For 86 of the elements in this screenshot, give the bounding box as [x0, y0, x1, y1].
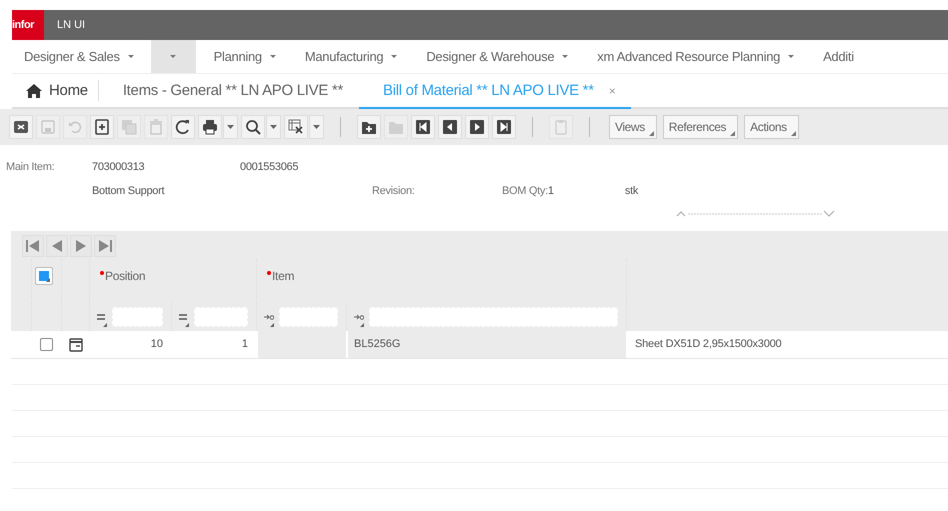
new-document-icon [94, 119, 110, 135]
required-marker-icon [267, 271, 271, 275]
refresh-icon [175, 119, 191, 135]
select-all-checkbox[interactable] [35, 267, 53, 285]
copy-icon [121, 119, 137, 135]
toolbar-button[interactable] [438, 115, 462, 139]
toolbar-button[interactable] [357, 115, 381, 139]
field-label: Main Item: [6, 161, 56, 173]
caret-icon [227, 125, 234, 129]
caret-icon [268, 54, 277, 59]
corner-icon [648, 131, 654, 136]
caret-icon [561, 54, 570, 59]
first-page-icon [25, 238, 41, 254]
arrow-icon [354, 314, 364, 320]
field-value: 703000313 [92, 161, 146, 173]
field-value: stk [624, 185, 638, 197]
column-header[interactable]: Item [267, 269, 294, 283]
field-value: 0001553065 [240, 161, 298, 173]
app-title: LN UI [57, 19, 86, 31]
dropdown-button[interactable] [223, 115, 238, 139]
toolbar-button[interactable] [171, 115, 195, 139]
page-button[interactable] [70, 235, 92, 257]
equals-icon [97, 314, 105, 320]
save-icon [40, 119, 56, 135]
toolbar-button[interactable] [465, 115, 489, 139]
clipboard-icon [553, 119, 569, 135]
table-cell: 10 [89, 331, 171, 358]
undo-icon [67, 119, 83, 135]
menu-button[interactable]: Actions [744, 115, 799, 139]
field-value: 1 [548, 185, 555, 197]
toolbar-button[interactable] [198, 115, 222, 139]
corner-icon [360, 323, 364, 327]
corner-icon [790, 131, 796, 136]
dropdown-button[interactable] [309, 115, 324, 139]
tab[interactable]: Items - General ** LN APO LIVE ** [98, 74, 360, 107]
trash-icon [148, 119, 164, 135]
logo: infor [12, 10, 44, 40]
row-checkbox[interactable] [40, 338, 53, 351]
table-cell: Sheet DX51D 2,95x1500x3000 [626, 331, 938, 358]
folder-icon [388, 119, 404, 135]
column-header[interactable]: Position [100, 269, 146, 283]
next-record-icon [469, 119, 485, 135]
field-label: Revision: [372, 185, 416, 197]
last-record-icon [496, 119, 512, 135]
toolbar-button[interactable] [9, 115, 33, 139]
toolbar-button[interactable] [241, 115, 265, 139]
menu-button[interactable]: References [662, 115, 738, 139]
tab[interactable]: Home [12, 80, 99, 101]
arrow-icon [264, 314, 274, 320]
previous-record-icon [442, 119, 458, 135]
toolbar-button[interactable] [411, 115, 435, 139]
caret-icon [313, 125, 320, 129]
export-icon [13, 119, 29, 135]
required-marker-icon [100, 271, 104, 275]
caret-icon [126, 54, 135, 59]
close-button[interactable]: × [608, 84, 616, 98]
equals-icon [179, 314, 187, 320]
corner-icon [730, 131, 736, 136]
collapse-handle-icon [676, 209, 836, 217]
details-icon [68, 338, 82, 352]
caret-icon [169, 54, 178, 59]
search-icon [245, 119, 261, 135]
page-button[interactable] [94, 235, 116, 257]
caret-icon [787, 54, 796, 59]
last-page-icon [97, 238, 113, 254]
corner-icon [185, 323, 189, 327]
caret-icon [270, 125, 277, 129]
page-button[interactable] [22, 235, 44, 257]
field-label: BOM Qty: [502, 185, 548, 197]
toolbar-button[interactable] [492, 115, 516, 139]
corner-icon [103, 323, 107, 327]
dropdown-button[interactable] [266, 115, 281, 139]
folder-plus-icon [361, 119, 377, 135]
corner-icon [270, 323, 274, 327]
first-record-icon [415, 119, 431, 135]
toolbar-button[interactable] [90, 115, 114, 139]
field-value: Bottom Support [92, 185, 166, 197]
corner-icon [46, 278, 50, 282]
page-button[interactable] [46, 235, 68, 257]
menu-button[interactable]: Views [609, 115, 657, 139]
home-icon [26, 84, 42, 98]
toolbar-button[interactable] [284, 115, 308, 139]
caret-icon [390, 54, 398, 59]
table-filter-icon [288, 119, 304, 135]
printer-icon [202, 119, 218, 135]
table-cell: BL5256G [346, 331, 626, 358]
